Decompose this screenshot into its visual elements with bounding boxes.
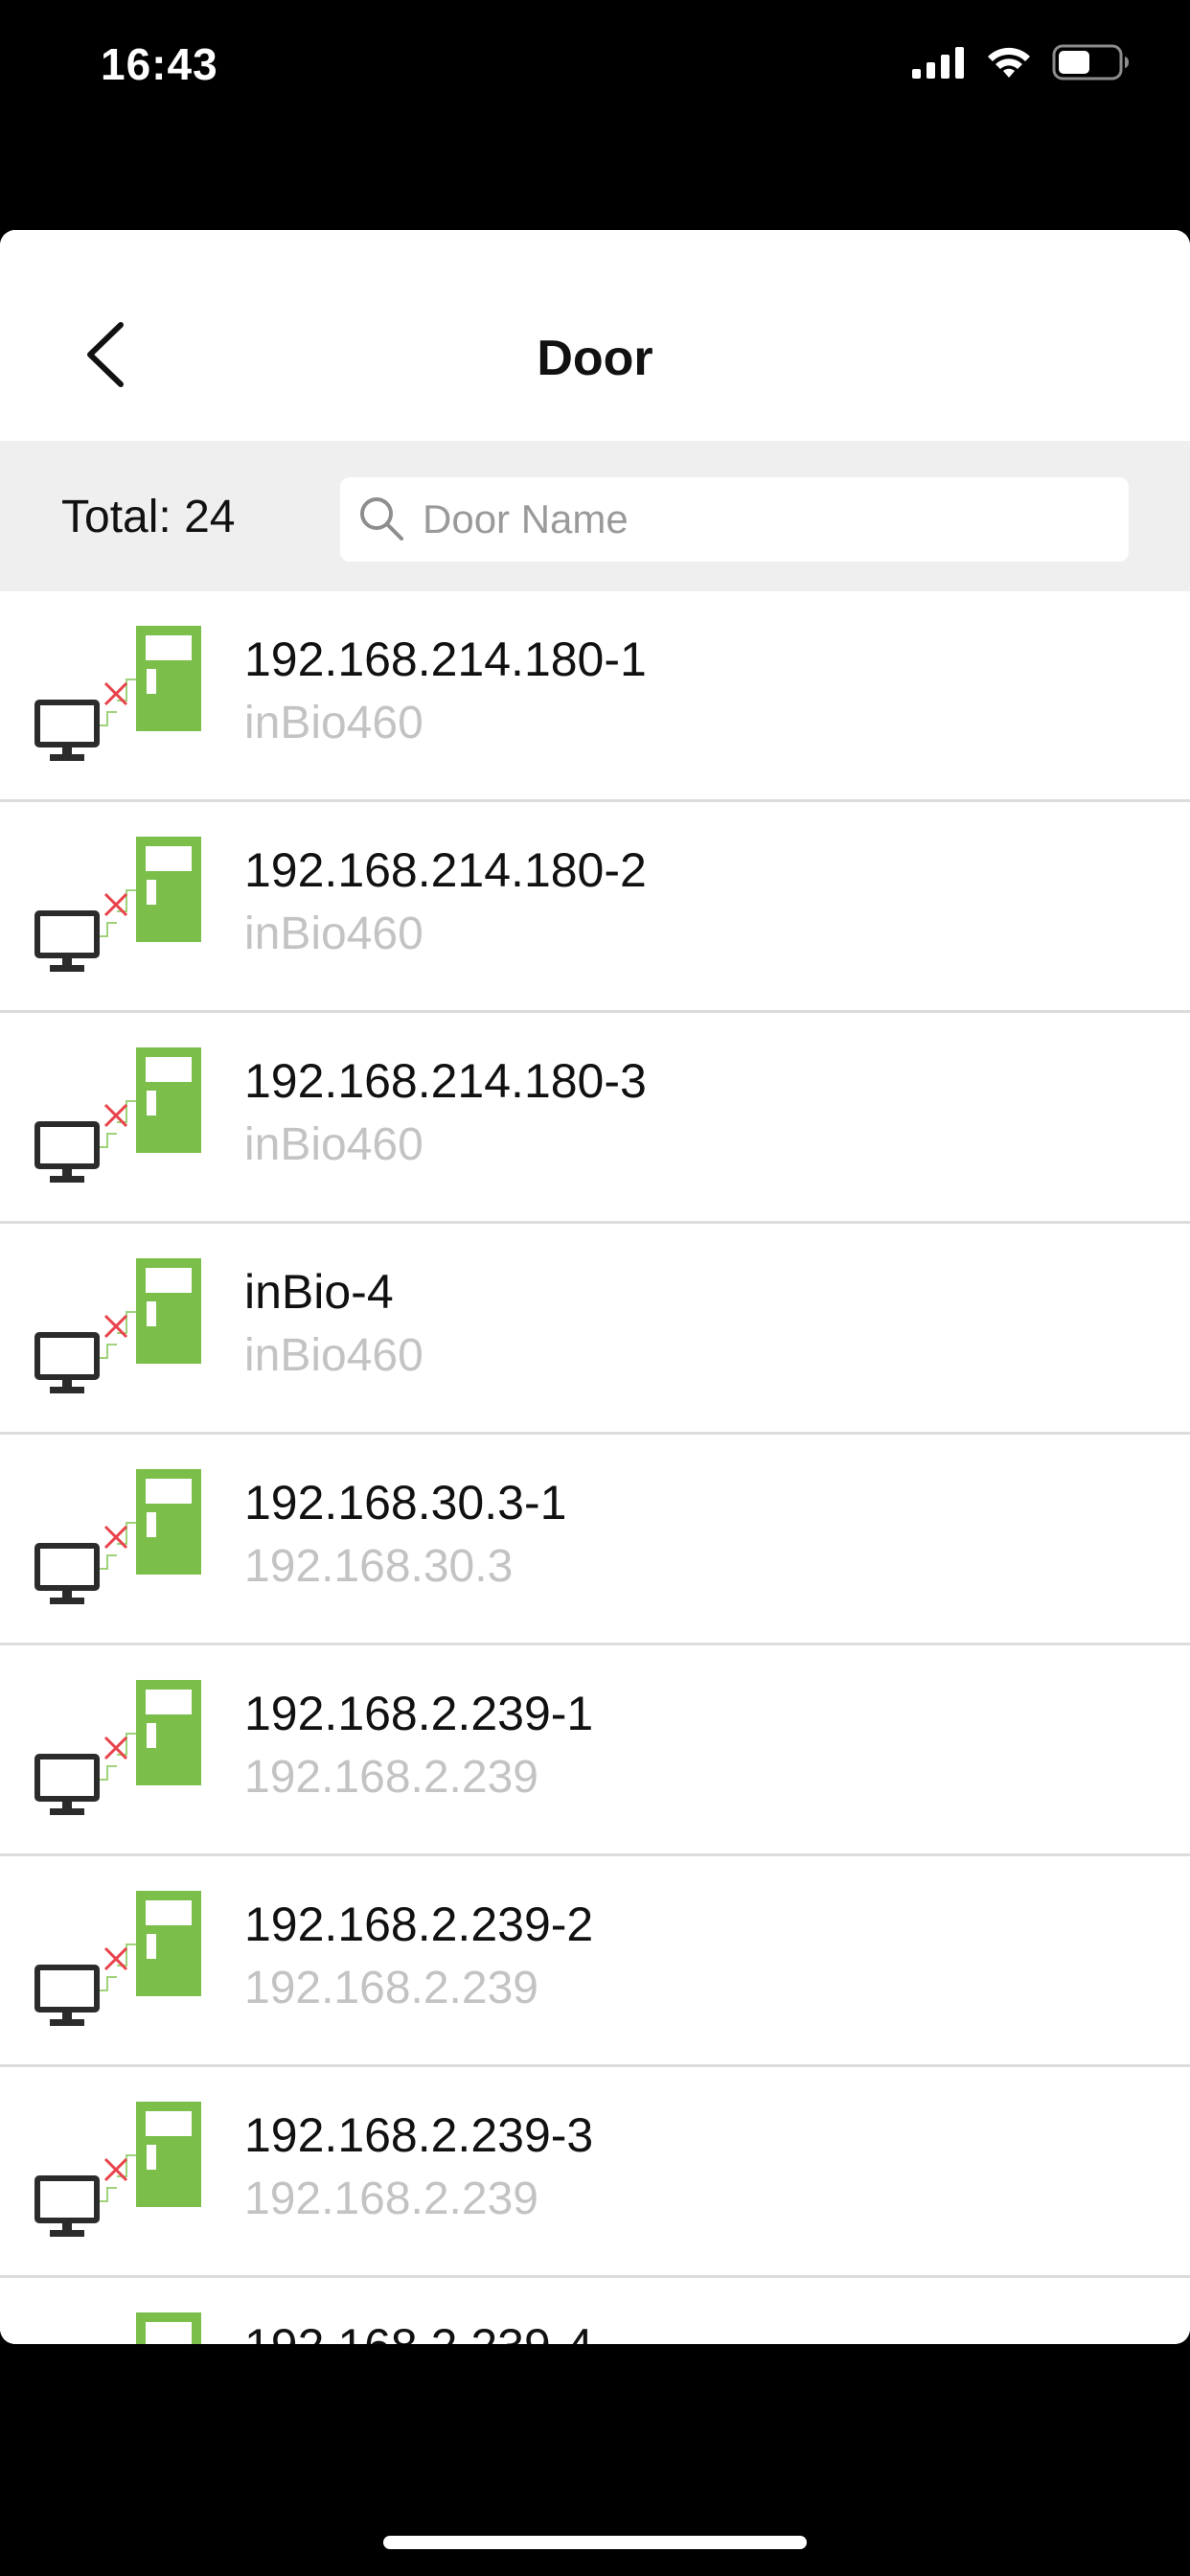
door-name: 192.168.214.180-2: [244, 843, 647, 897]
door-name: 192.168.2.239-3: [244, 2108, 594, 2162]
door-name: 192.168.2.239-2: [244, 1898, 594, 1951]
door-list: 192.168.214.180-1 inBio460 192.168.214.1…: [0, 591, 1190, 2344]
door-offline-icon: [34, 837, 207, 980]
door-row[interactable]: inBio-4 inBio460: [0, 1224, 1190, 1435]
door-device: 192.168.2.239: [244, 2174, 538, 2224]
door-device: inBio460: [244, 1119, 423, 1170]
door-offline-icon: [34, 1680, 207, 1824]
door-offline-icon: [34, 1047, 207, 1191]
door-device: 192.168.30.3: [244, 1541, 514, 1592]
door-offline-icon: [34, 2102, 207, 2245]
door-row[interactable]: 192.168.2.239-1 192.168.2.239: [0, 1645, 1190, 1856]
status-icons: [912, 44, 1131, 80]
total-count-label: Total: 24: [61, 492, 236, 542]
door-name: inBio-4: [244, 1265, 394, 1319]
wifi-icon: [988, 47, 1030, 78]
door-row[interactable]: 192.168.2.239-3 192.168.2.239: [0, 2067, 1190, 2278]
door-name: 192.168.214.180-1: [244, 632, 647, 686]
door-device: inBio460: [244, 698, 423, 748]
door-device: 192.168.2.239: [244, 1963, 538, 2013]
door-device: inBio460: [244, 1330, 423, 1381]
signal-icon: [912, 47, 964, 79]
door-name: 192.168.214.180-3: [244, 1054, 647, 1108]
door-row[interactable]: 192.168.214.180-3 inBio460: [0, 1013, 1190, 1224]
status-bar: 16:43: [0, 0, 1190, 134]
door-offline-icon: [34, 1469, 207, 1613]
door-row[interactable]: 192.168.2.239-4: [0, 2278, 1190, 2344]
door-name: 192.168.2.239-4: [244, 2318, 593, 2344]
search-icon: [360, 497, 403, 540]
filter-bar: Total: 24: [0, 441, 1190, 591]
door-row[interactable]: 192.168.30.3-1 192.168.30.3: [0, 1435, 1190, 1645]
door-row[interactable]: 192.168.2.239-2 192.168.2.239: [0, 1856, 1190, 2067]
door-name: 192.168.2.239-1: [244, 1687, 594, 1740]
battery-icon: [1052, 44, 1129, 80]
door-device: 192.168.2.239: [244, 1752, 538, 1803]
door-offline-icon: [34, 626, 207, 770]
door-row[interactable]: 192.168.214.180-2 inBio460: [0, 802, 1190, 1013]
door-device: inBio460: [244, 908, 423, 959]
search-box[interactable]: [340, 477, 1129, 562]
home-indicator[interactable]: [383, 2536, 807, 2549]
door-list-sheet: Door Total: 24 192.168.214.180-1 inBio46…: [0, 230, 1190, 2344]
door-offline-icon: [34, 2312, 207, 2344]
door-name-search-input[interactable]: [423, 477, 1112, 562]
status-time: 16:43: [101, 39, 218, 89]
navigation-bar: Door: [0, 230, 1190, 441]
door-offline-icon: [34, 1891, 207, 2035]
page-title: Door: [537, 331, 653, 386]
door-offline-icon: [34, 1258, 207, 1402]
door-row[interactable]: 192.168.214.180-1 inBio460: [0, 591, 1190, 802]
door-name: 192.168.30.3-1: [244, 1476, 567, 1530]
